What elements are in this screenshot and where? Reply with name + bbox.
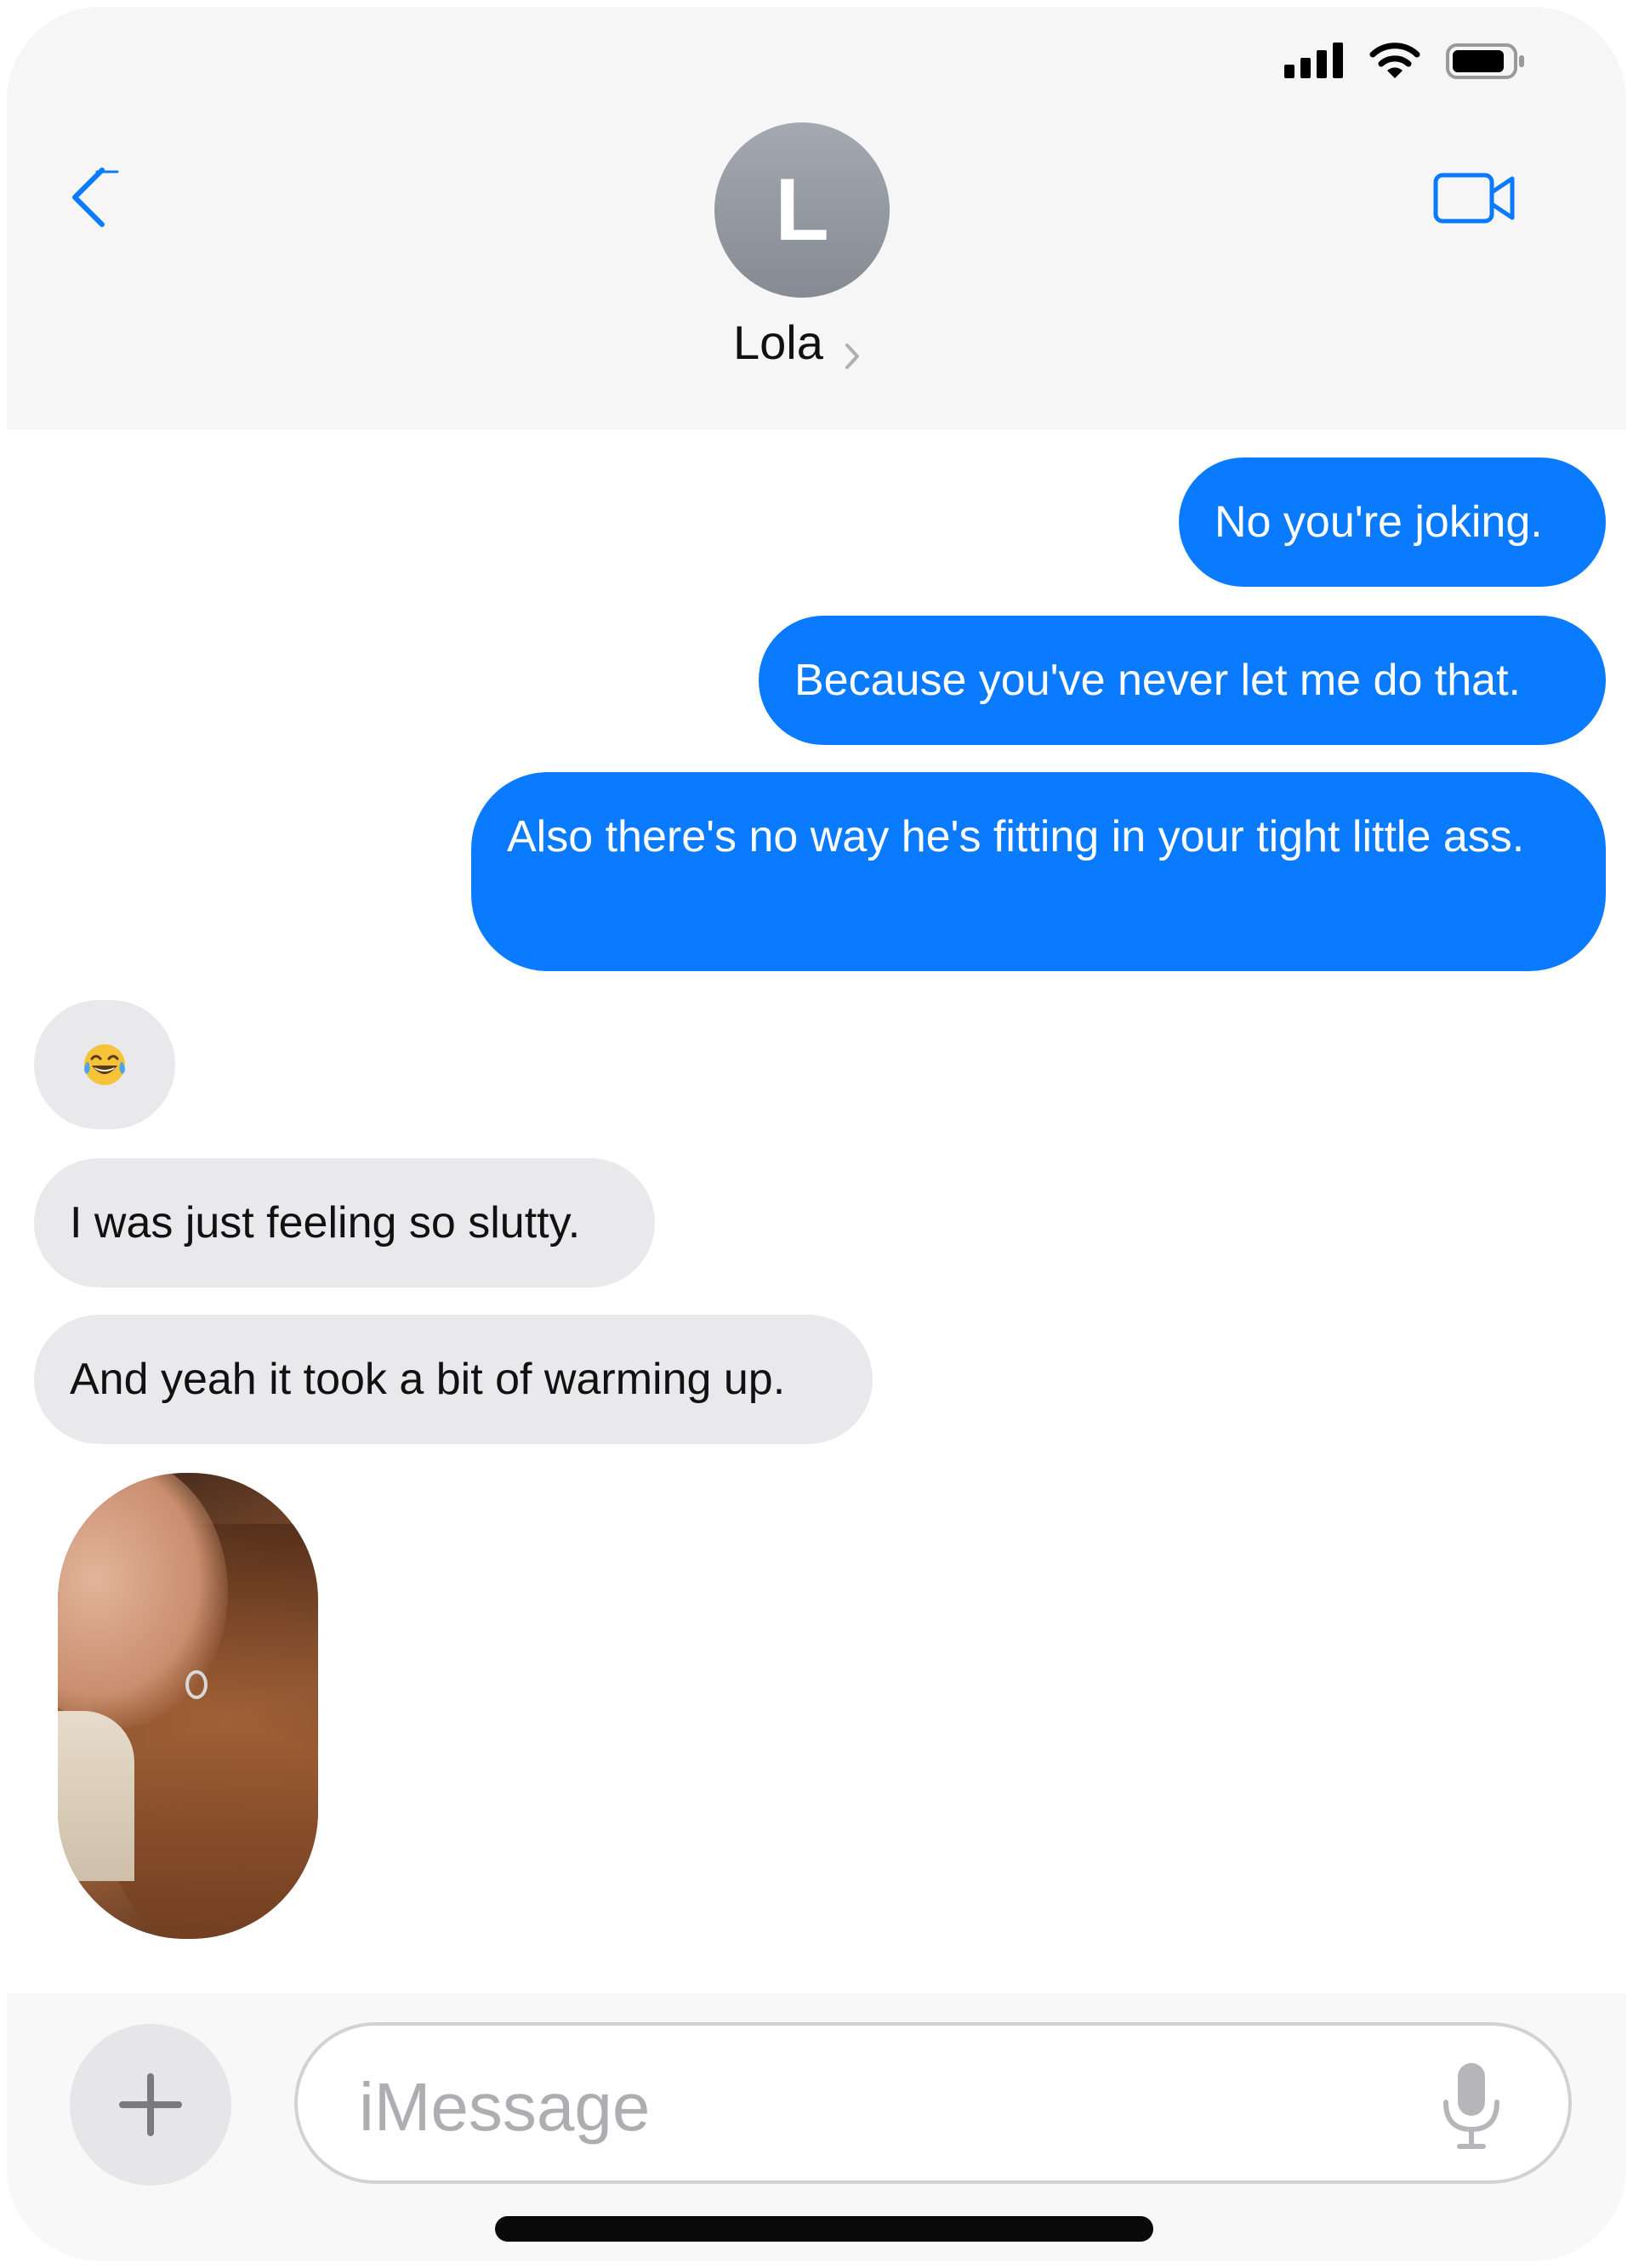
message-bubble-sent[interactable]: No you're joking. — [1179, 458, 1606, 587]
message-bubble-sent[interactable]: Because you've never let me do that. — [759, 616, 1606, 745]
tears-of-joy-emoji — [84, 1044, 125, 1085]
message-bubble-sent[interactable]: Also there's no way he's fitting in your… — [471, 772, 1606, 971]
message-composer — [7, 1993, 1626, 2261]
photo-shirt — [58, 1711, 134, 1881]
phone-screen: L Lola No you're joking. Because you've … — [7, 7, 1626, 2261]
photo-message[interactable] — [58, 1473, 318, 1939]
contact-name[interactable]: Lola — [733, 315, 823, 370]
microphone-icon[interactable] — [1437, 2060, 1505, 2153]
chevron-right-icon[interactable] — [844, 342, 861, 371]
wifi-icon — [1369, 43, 1420, 78]
battery-icon — [1446, 43, 1524, 79]
video-camera-icon[interactable] — [1432, 168, 1517, 228]
message-bubble-received-emoji[interactable] — [34, 1000, 175, 1129]
home-indicator — [495, 2216, 1153, 2242]
contact-avatar[interactable]: L — [714, 122, 890, 298]
cellular-signal-icon — [1284, 43, 1343, 78]
message-bubble-received[interactable]: I was just feeling so slutty. — [34, 1158, 655, 1287]
photo-earring — [185, 1670, 208, 1699]
message-bubble-received[interactable]: And yeah it took a bit of warming up. — [34, 1315, 873, 1444]
add-attachment-button[interactable] — [70, 2024, 231, 2186]
plus-icon — [119, 2073, 182, 2136]
chevron-left-icon[interactable] — [68, 163, 129, 231]
message-input-field[interactable] — [294, 2022, 1572, 2184]
conversation-header: L Lola — [7, 7, 1626, 429]
imessage-input[interactable] — [357, 2060, 1381, 2155]
